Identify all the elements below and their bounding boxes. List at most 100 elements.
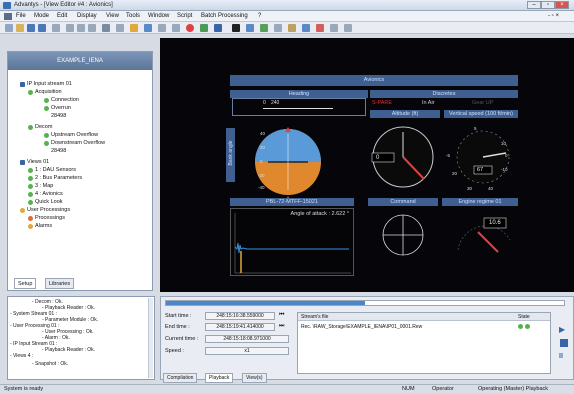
aoa-panel-label: PBL-72-MTFF-15021 [230, 198, 354, 206]
link-icon[interactable] [330, 24, 338, 32]
record-icon[interactable] [186, 24, 194, 32]
end-time-field[interactable]: 248:15:19:41.414000 [205, 323, 275, 331]
tree-item-stream[interactable]: IP Input stream 01 [27, 81, 72, 87]
state-ok-icon [518, 324, 523, 329]
copy-icon[interactable] [77, 24, 85, 32]
tab-playback[interactable]: Playback [205, 373, 234, 383]
window-icon[interactable] [302, 24, 310, 32]
menu-view[interactable]: View [106, 13, 119, 19]
tab-compilation[interactable]: Compilation [163, 373, 198, 383]
horizon-side-label: Bank angle [226, 128, 235, 182]
command-crosshair [382, 214, 424, 256]
start-time-field[interactable]: 248:15:16:38.559000 [205, 312, 275, 320]
zoom-icon[interactable] [158, 24, 166, 32]
tree-item-overrun[interactable]: Overrun [51, 105, 71, 111]
paste-icon[interactable] [88, 24, 96, 32]
save-all-icon[interactable] [38, 24, 46, 32]
heading-line [263, 108, 333, 109]
tree-item-view4[interactable]: 4 : Avionics [35, 191, 63, 197]
grid-icon[interactable] [274, 24, 282, 32]
heading-label: Heading [230, 90, 368, 98]
play-icon[interactable] [200, 24, 208, 32]
open-icon[interactable] [16, 24, 24, 32]
state-header: State [518, 314, 530, 320]
vspeed-tick-40: 40 [488, 186, 494, 191]
mdi-controls[interactable]: - ▫ × [548, 13, 559, 19]
vspeed-label: Vertical speed (100 ft/min) [444, 110, 518, 118]
pause-icon[interactable]: II [559, 353, 569, 361]
menu-edit[interactable]: Edit [57, 13, 67, 19]
discretes-label: Discretes [370, 90, 518, 98]
maximize-button[interactable]: ▫ [541, 1, 555, 9]
layout-icon[interactable] [144, 24, 152, 32]
ok-icon [28, 168, 33, 173]
tree-item-upstream[interactable]: Upstream Overflow [51, 132, 98, 138]
current-time-label: Current time : [165, 336, 199, 342]
tree-item-quicklook[interactable]: Quick Look [35, 199, 63, 205]
tree-item-view1[interactable]: 1 : DAU Sensors [35, 167, 76, 173]
save-icon[interactable] [27, 24, 35, 32]
tree-item-views[interactable]: Views 01 [27, 159, 49, 165]
tree-item-user-processings[interactable]: User Processings [27, 207, 70, 213]
go-end-icon[interactable]: ⏭ [279, 323, 284, 330]
menu-tools[interactable]: Tools [126, 13, 140, 19]
playback-progress[interactable] [165, 300, 565, 306]
close-button[interactable]: × [555, 1, 569, 9]
menu-display[interactable]: Display [77, 13, 97, 19]
menu-batch[interactable]: Batch Processing [201, 13, 248, 19]
settings-icon[interactable] [172, 24, 180, 32]
menu-help[interactable]: ? [258, 13, 261, 19]
new-icon[interactable] [5, 24, 13, 32]
stop-icon[interactable] [232, 24, 240, 32]
minimize-button[interactable]: – [527, 1, 541, 9]
tab-libraries[interactable]: Libraries [45, 278, 75, 289]
stream-file-header: Stream's file [301, 314, 329, 320]
tree-item-view3[interactable]: 3 : Map [35, 183, 53, 189]
undo-icon[interactable] [52, 24, 60, 32]
start-time-label: Start time : [165, 313, 192, 319]
menu-window[interactable]: Window [148, 13, 169, 19]
play-icon[interactable]: ▶ [559, 325, 569, 334]
tree-item-connection[interactable]: Connection [51, 97, 79, 103]
title-bar: Advantys - [View Editor #4 : Avionics] –… [0, 0, 574, 11]
horizon-tick-m40: -40 [258, 185, 265, 190]
chart-icon[interactable] [288, 24, 296, 32]
ok-icon [28, 90, 33, 95]
help-icon[interactable] [344, 24, 352, 32]
tree-item-view2[interactable]: 2 : Bus Parameters [35, 175, 82, 181]
find-icon[interactable] [116, 24, 124, 32]
view-icon[interactable] [246, 24, 254, 32]
go-start-icon[interactable]: ⏮ [279, 312, 284, 319]
speed-field[interactable]: x1 [205, 347, 289, 355]
altimeter-readout: 0 [376, 155, 380, 161]
alarm-icon[interactable] [316, 24, 324, 32]
tree-item-alarms[interactable]: Alarms [35, 223, 52, 229]
stop-icon[interactable] [560, 339, 568, 347]
speed-label: Speed : [165, 348, 184, 354]
avionics-title: Avionics [230, 75, 518, 86]
log-scrollbar[interactable] [148, 298, 153, 378]
print-icon[interactable] [102, 24, 110, 32]
tree-item-acquisition[interactable]: Acquisition [35, 89, 62, 95]
current-time-field[interactable]: 248:15:18:08.971000 [205, 335, 289, 343]
tree-item-downstream[interactable]: Downstream Overflow [51, 140, 105, 146]
aoa-chart [234, 213, 351, 274]
cut-icon[interactable] [66, 24, 74, 32]
forward-icon[interactable] [214, 24, 222, 32]
lock-icon[interactable] [130, 24, 138, 32]
engine-readout: 10.6 [489, 220, 501, 226]
explorer-header: EXAMPLE_IENA [8, 52, 152, 70]
menu-mode[interactable]: Mode [34, 13, 49, 19]
doc-icon [4, 13, 12, 20]
tree-item-processings[interactable]: Processings [35, 215, 65, 221]
alarm-icon [28, 224, 33, 229]
tab-views[interactable]: View(s) [242, 373, 267, 383]
tab-setup[interactable]: Setup [14, 278, 37, 289]
process-icon[interactable] [260, 24, 268, 32]
menu-script[interactable]: Script [177, 13, 192, 19]
discrete-inair: In Air [422, 100, 435, 106]
tree-item-decom[interactable]: Decom [35, 124, 52, 130]
stream-file-path[interactable]: Rec. \RAW_Storage\EXAMPLE_IENA\IP01_0001… [301, 324, 422, 330]
horizon-side-text: Bank angle [228, 140, 234, 166]
menu-file[interactable]: File [16, 13, 26, 19]
